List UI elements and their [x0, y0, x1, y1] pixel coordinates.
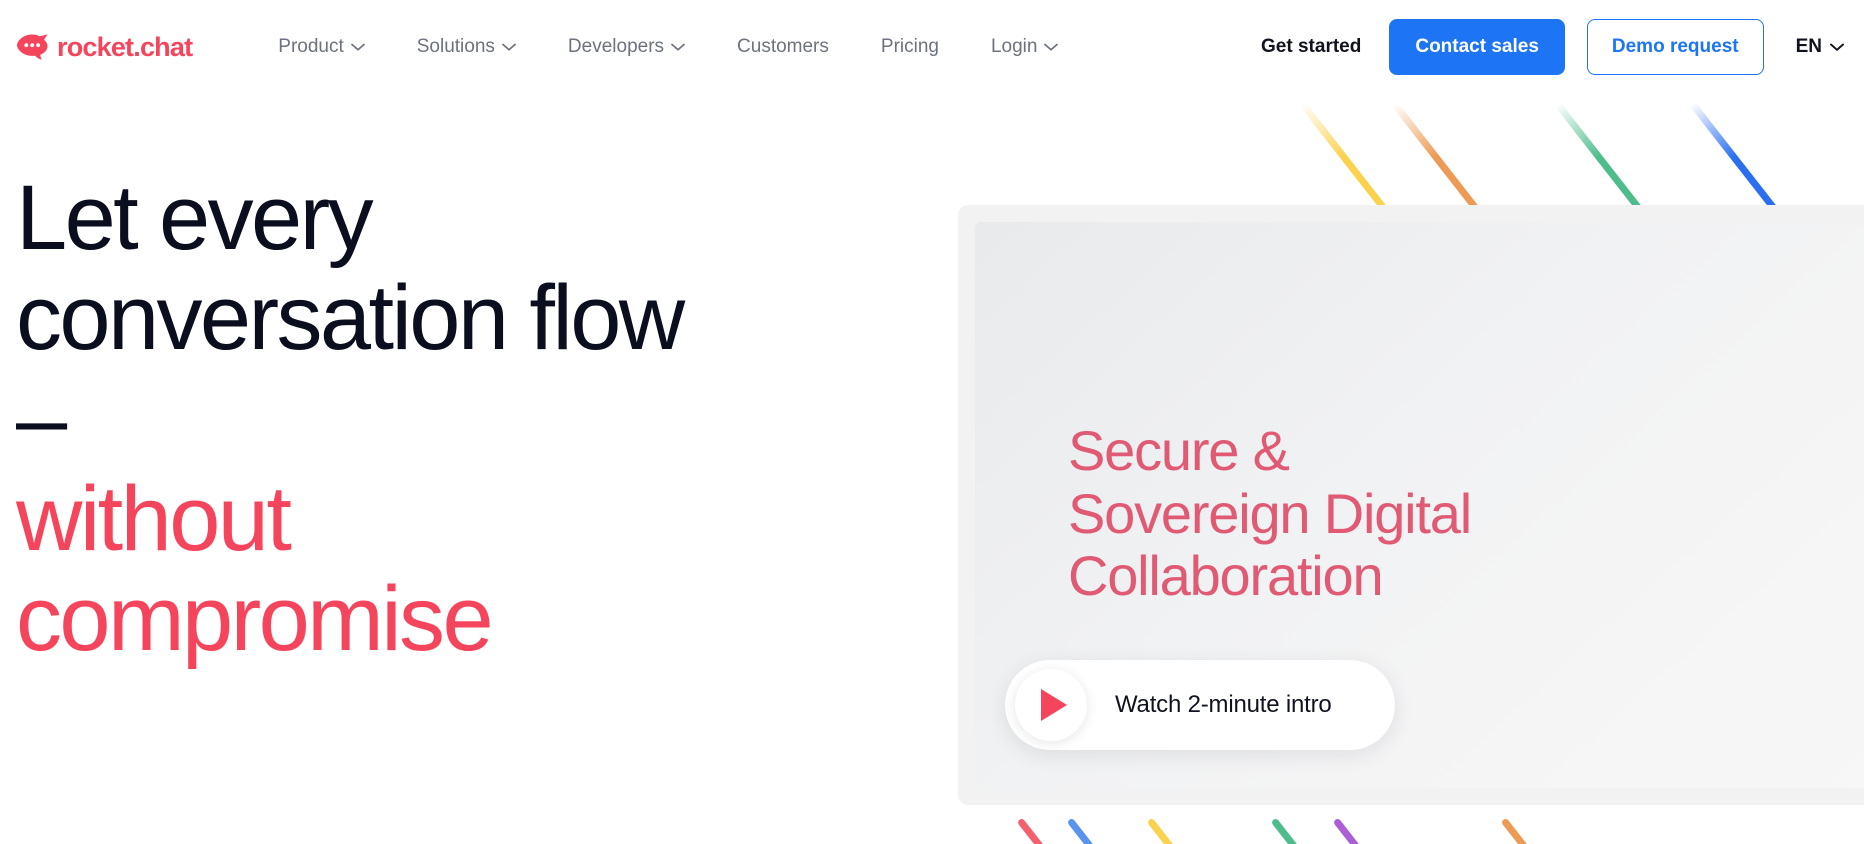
site-header: rocket.chat Product Solutions Developers Cu…	[0, 0, 1864, 94]
headline-line-2: conversation flow	[16, 267, 685, 370]
language-label: EN	[1795, 36, 1822, 57]
nav-item-pricing[interactable]: Pricing	[855, 36, 965, 58]
nav-item-customers[interactable]: Customers	[711, 36, 855, 58]
chevron-down-icon	[502, 43, 516, 51]
nav-item-label: Developers	[567, 36, 665, 57]
video-title-line-1: Secure &	[1068, 419, 1290, 482]
get-started-link[interactable]: Get started	[1233, 36, 1389, 58]
nav-item-label: Login	[990, 36, 1038, 57]
stripe-bottom-0	[1016, 817, 1103, 844]
watch-intro-label: Watch 2-minute intro	[1115, 691, 1332, 718]
headline-line-3: without	[16, 467, 292, 570]
contact-sales-button[interactable]: Contact sales	[1389, 19, 1565, 75]
rocket-chat-logo-icon	[17, 34, 48, 60]
stripe-bottom-2	[1146, 817, 1233, 844]
chevron-down-icon	[1830, 43, 1844, 51]
nav-item-login[interactable]: Login	[965, 36, 1085, 58]
stripe-bottom-5	[1500, 817, 1587, 844]
nav-item-label: Solutions	[416, 36, 495, 57]
video-thumbnail[interactable]: Secure & Sovereign Digital Collaboration…	[975, 222, 1864, 788]
nav-item-label: Pricing	[880, 36, 939, 57]
watch-intro-button[interactable]: Watch 2-minute intro	[1005, 660, 1395, 750]
header-actions: Get started Contact sales Demo request E…	[1233, 19, 1852, 75]
stripe-bottom-1	[1066, 817, 1153, 844]
demo-request-button[interactable]: Demo request	[1586, 19, 1764, 75]
video-title-line-3: Collaboration	[1068, 544, 1384, 608]
headline-line-1: Let every	[16, 167, 374, 269]
nav-item-developers[interactable]: Developers	[542, 36, 711, 58]
video-title-line-2: Sovereign Digital	[1068, 481, 1472, 545]
brand-name: rocket.chat	[57, 31, 193, 62]
language-selector[interactable]: EN	[1796, 36, 1844, 58]
stripe-bottom-3	[1270, 817, 1357, 844]
brand-logo[interactable]: rocket.chat	[16, 31, 193, 63]
headline-dash: –	[16, 367, 67, 470]
nav-item-solutions[interactable]: Solutions	[391, 36, 542, 58]
chevron-down-icon	[671, 43, 685, 51]
nav-item-label: Customers	[737, 36, 829, 57]
stripe-bottom-4	[1332, 817, 1419, 844]
chevron-down-icon	[350, 43, 365, 51]
main-nav: Product Solutions Developers Customers Prici…	[252, 36, 1084, 58]
nav-item-label: Product	[278, 36, 344, 57]
hero-headline-block: Let every conversation flow – without co…	[16, 168, 936, 669]
video-title: Secure & Sovereign Digital Collaboration	[1068, 419, 1472, 608]
nav-item-product[interactable]: Product	[252, 36, 390, 58]
headline-line-4: compromise	[16, 567, 494, 670]
chevron-down-icon	[1044, 43, 1059, 51]
play-icon	[1015, 669, 1087, 741]
page-root: rocket.chat Product Solutions Developers Cu…	[0, 0, 1864, 844]
video-card[interactable]: Secure & Sovereign Digital Collaboration…	[958, 205, 1864, 805]
